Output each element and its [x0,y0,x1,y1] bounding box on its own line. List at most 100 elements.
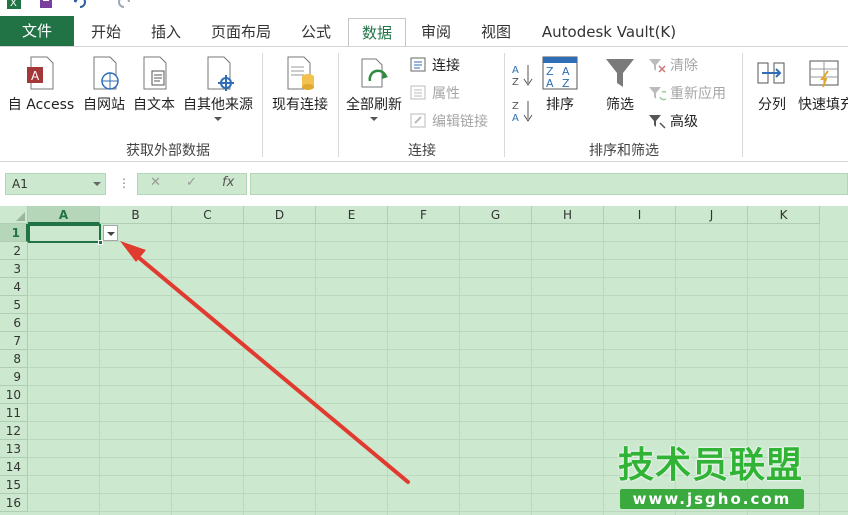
gridline-horizontal [28,439,848,440]
svg-text:A: A [512,65,519,76]
sort-button[interactable]: ZAAZ 排序 [538,55,582,115]
enter-icon[interactable]: ✓ [186,175,197,190]
column-header-g[interactable]: G [460,206,532,224]
gridline-horizontal [28,313,848,314]
chevron-down-icon[interactable] [93,182,101,186]
row-header-8[interactable]: 8 [0,350,28,368]
text-to-columns-icon [757,62,785,84]
tab-view[interactable]: 视图 [470,18,522,47]
flash-fill-button[interactable]: 快速填充 [798,55,848,115]
row-header-13[interactable]: 13 [0,440,28,458]
select-all-button[interactable] [0,206,28,224]
cancel-icon[interactable]: ✕ [150,175,161,190]
row-header-3[interactable]: 3 [0,260,28,278]
edit-links-button[interactable]: 编辑链接 [410,111,488,133]
watermark-url: www.jsgho.com [620,489,804,509]
column-header-d[interactable]: D [244,206,316,224]
from-other-sources-button[interactable]: 自其他来源 [180,55,256,121]
clear-filter-button[interactable]: 清除 [648,55,698,77]
formula-bar-resize-handle[interactable]: ⋮ [118,176,130,190]
gridline-vertical [819,224,820,515]
tab-file[interactable]: 文件 [0,16,74,47]
advanced-filter-label: 高级 [670,114,698,130]
undo-icon[interactable] [72,0,88,10]
advanced-filter-button[interactable]: 高级 [648,111,698,133]
refresh-all-icon [361,58,388,88]
insert-function-icon[interactable]: fx [222,175,234,190]
row-header-7[interactable]: 7 [0,332,28,350]
column-header-f[interactable]: F [388,206,460,224]
filter-button[interactable]: 筛选 [598,55,642,115]
column-header-h[interactable]: H [532,206,604,224]
column-header-j[interactable]: J [676,206,748,224]
tab-data[interactable]: 数据 [348,18,406,48]
row-header-5[interactable]: 5 [0,296,28,314]
chevron-down-icon [370,117,378,121]
column-header-a[interactable]: A [28,206,100,224]
row-header-4[interactable]: 4 [0,278,28,296]
flash-fill-label: 快速填充 [798,97,848,113]
reapply-icon [649,87,666,101]
gridline-vertical [531,224,532,515]
gridline-horizontal [28,385,848,386]
row-header-11[interactable]: 11 [0,404,28,422]
row-header-10[interactable]: 10 [0,386,28,404]
from-web-button[interactable]: 自网站 [80,55,128,115]
active-cell-a1[interactable] [28,224,101,243]
filter-label: 筛选 [606,97,634,113]
row-header-15[interactable]: 15 [0,476,28,494]
row-header-12[interactable]: 12 [0,422,28,440]
gridline-vertical [99,224,100,515]
svg-text:A: A [546,77,554,90]
text-file-icon [143,56,167,90]
reapply-button[interactable]: 重新应用 [648,83,726,105]
redo-icon[interactable] [116,0,132,10]
group-separator [504,53,505,157]
autofilter-dropdown-button[interactable] [103,225,118,241]
row-header-9[interactable]: 9 [0,368,28,386]
svg-text:A: A [512,113,519,123]
formula-bar-buttons: ✕ ✓ fx [137,173,247,195]
gridline-horizontal [28,367,848,368]
refresh-all-button[interactable]: 全部刷新 [342,55,406,121]
group-label-sort-filter: 排序和筛选 [589,143,659,159]
svg-text:Z: Z [562,77,570,90]
column-header-e[interactable]: E [316,206,388,224]
connections-button[interactable]: 连接 [410,55,460,77]
name-box[interactable]: A1 [5,173,106,195]
column-header-b[interactable]: B [100,206,172,224]
tab-page-layout[interactable]: 页面布局 [202,18,280,47]
column-header-k[interactable]: K [748,206,820,224]
gridline-horizontal [28,421,848,422]
tab-home[interactable]: 开始 [80,18,132,47]
column-header-i[interactable]: I [604,206,676,224]
from-web-label: 自网站 [83,97,125,113]
sort-descending-icon[interactable]: ZA [512,99,534,123]
group-label-connections: 连接 [408,143,436,159]
from-access-button[interactable]: A 自 Access [6,55,76,115]
existing-connections-button[interactable]: 现有连接 [268,55,332,115]
from-text-button[interactable]: 自文本 [130,55,178,115]
advanced-filter-icon [649,115,666,129]
row-header-6[interactable]: 6 [0,314,28,332]
tab-insert[interactable]: 插入 [140,18,192,47]
gridline-horizontal [28,349,848,350]
tab-review[interactable]: 审阅 [412,18,460,47]
row-header-2[interactable]: 2 [0,242,28,260]
formula-input[interactable] [250,173,848,195]
properties-icon [410,85,426,100]
row-header-1[interactable]: 1 [0,224,28,242]
sort-ascending-icon[interactable]: AZ [512,63,534,87]
text-to-columns-button[interactable]: 分列 [752,55,792,115]
row-header-14[interactable]: 14 [0,458,28,476]
column-header-c[interactable]: C [172,206,244,224]
ribbon-tabs: 文件 开始 插入 页面布局 公式 数据 审阅 视图 Autodesk Vault… [0,14,848,48]
group-separator [338,53,339,157]
tab-formulas[interactable]: 公式 [290,18,342,47]
gridline-vertical [603,224,604,515]
properties-button[interactable]: 属性 [410,83,460,105]
gridline-vertical [387,224,388,515]
save-icon[interactable] [38,0,54,10]
row-header-16[interactable]: 16 [0,494,28,512]
tab-autodesk-vault[interactable]: Autodesk Vault(K) [534,18,684,47]
